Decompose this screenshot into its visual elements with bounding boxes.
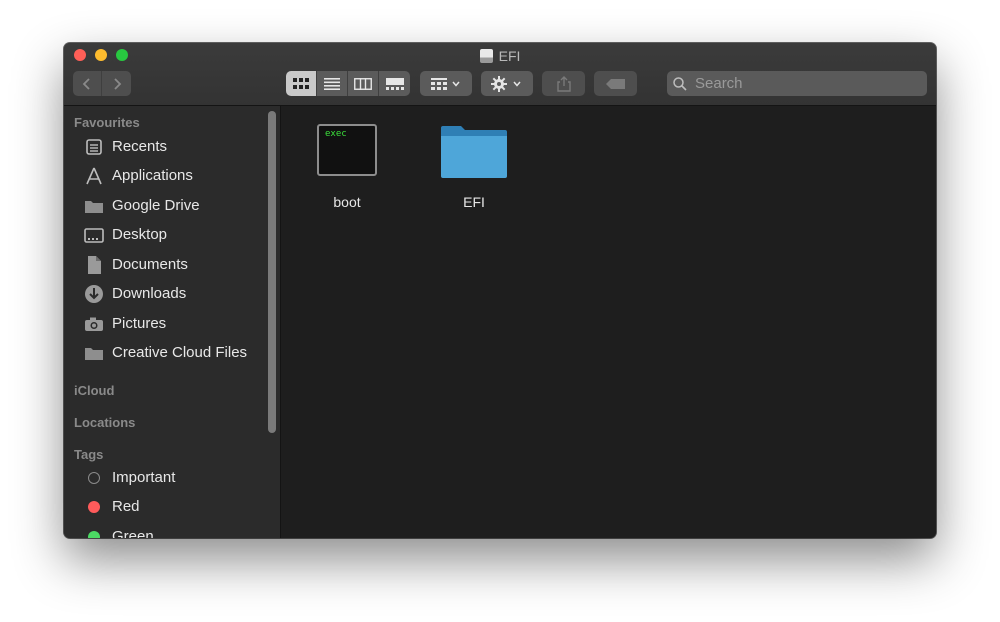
chevron-right-icon	[113, 77, 121, 90]
sidebar-item-pictures[interactable]: Pictures	[64, 309, 264, 338]
finder-window: EFI Search Favourites Recents Applicatio…	[64, 43, 936, 538]
sidebar-item-applications[interactable]: Applications	[64, 161, 264, 190]
file-item[interactable]: exec boot	[297, 124, 397, 210]
favourites-heading: Favourites	[74, 115, 140, 130]
group-grid-icon	[431, 77, 460, 90]
nav-buttons	[73, 71, 131, 96]
sidebar-item-creative-cloud-files[interactable]: Creative Cloud Files	[64, 338, 264, 367]
share-icon	[556, 75, 571, 92]
file-browser-content: exec boot EFI	[281, 106, 936, 538]
sidebar-item-label: Creative Cloud Files	[112, 344, 248, 361]
gallery-view-button[interactable]	[379, 71, 410, 96]
view-mode-control	[286, 71, 410, 96]
sidebar-item-tag-red[interactable]: Red	[64, 492, 264, 521]
sidebar-item-google-drive[interactable]: Google Drive	[64, 191, 264, 220]
chevron-left-icon	[82, 77, 90, 90]
sidebar-item-label: Google Drive	[112, 197, 200, 214]
desktop-icon	[84, 225, 104, 245]
file-name: boot	[333, 194, 361, 210]
edit-tags-button[interactable]	[594, 71, 637, 96]
camera-icon	[84, 314, 104, 334]
sidebar-item-label: Documents	[112, 256, 188, 273]
tag-color-dot	[88, 530, 100, 538]
sidebar-item-label: Applications	[112, 167, 193, 184]
sidebar-item-label: Green	[112, 528, 154, 538]
folder-icon	[84, 196, 104, 216]
sidebar-item-recents[interactable]: Recents	[64, 132, 264, 161]
sidebar-item-tag-green[interactable]: Green	[64, 522, 264, 538]
icon-view-button[interactable]	[286, 71, 317, 96]
sidebar-item-documents[interactable]: Documents	[64, 250, 264, 279]
forward-button[interactable]	[102, 71, 131, 96]
executable-icon: exec	[317, 124, 377, 176]
folder-icon	[441, 126, 507, 178]
search-icon	[673, 76, 687, 91]
sidebar-scrollbar[interactable]	[268, 111, 276, 433]
sidebar-item-label: Pictures	[112, 315, 167, 332]
folder-item[interactable]: EFI	[424, 124, 524, 210]
clock-icon	[84, 137, 104, 157]
icloud-heading[interactable]: iCloud	[74, 383, 114, 398]
window-title: EFI	[64, 47, 936, 65]
tags-heading[interactable]: Tags	[74, 447, 103, 462]
tag-icon	[605, 78, 625, 89]
sidebar-item-label: Downloads	[112, 285, 187, 302]
action-button[interactable]	[481, 71, 533, 96]
tag-color-dot	[88, 471, 100, 484]
download-icon	[84, 284, 104, 304]
tag-color-dot	[88, 500, 100, 513]
sidebar-item-downloads[interactable]: Downloads	[64, 279, 264, 308]
search-field[interactable]	[667, 71, 927, 96]
list-view-button[interactable]	[317, 71, 348, 96]
column-view-button[interactable]	[348, 71, 379, 96]
group-by-button[interactable]	[420, 71, 472, 96]
gallery-icon	[385, 77, 404, 90]
applications-icon	[84, 166, 104, 186]
sidebar-item-label: Red	[112, 498, 140, 515]
window-title-text: EFI	[498, 48, 521, 64]
sidebar-item-desktop[interactable]: Desktop	[64, 220, 264, 249]
share-button[interactable]	[542, 71, 585, 96]
list-icon	[324, 77, 340, 90]
title-bar: EFI	[64, 43, 936, 106]
exec-badge: exec	[325, 129, 347, 139]
gear-icon	[491, 75, 521, 92]
grid-icon	[293, 77, 309, 89]
sidebar-item-label: Desktop	[112, 226, 168, 243]
documents-icon	[84, 255, 104, 275]
sidebar-item-tag-important[interactable]: Important	[64, 463, 264, 492]
columns-icon	[354, 77, 372, 90]
search-input[interactable]	[693, 74, 917, 93]
locations-heading[interactable]: Locations	[74, 415, 135, 430]
folder-icon	[84, 343, 104, 363]
sidebar: Favourites Recents Applications Google D…	[64, 106, 281, 538]
sidebar-item-label: Recents	[112, 138, 168, 155]
file-name: EFI	[463, 194, 485, 210]
back-button[interactable]	[73, 71, 102, 96]
drive-icon	[479, 49, 493, 63]
sidebar-item-label: Important	[112, 469, 176, 486]
